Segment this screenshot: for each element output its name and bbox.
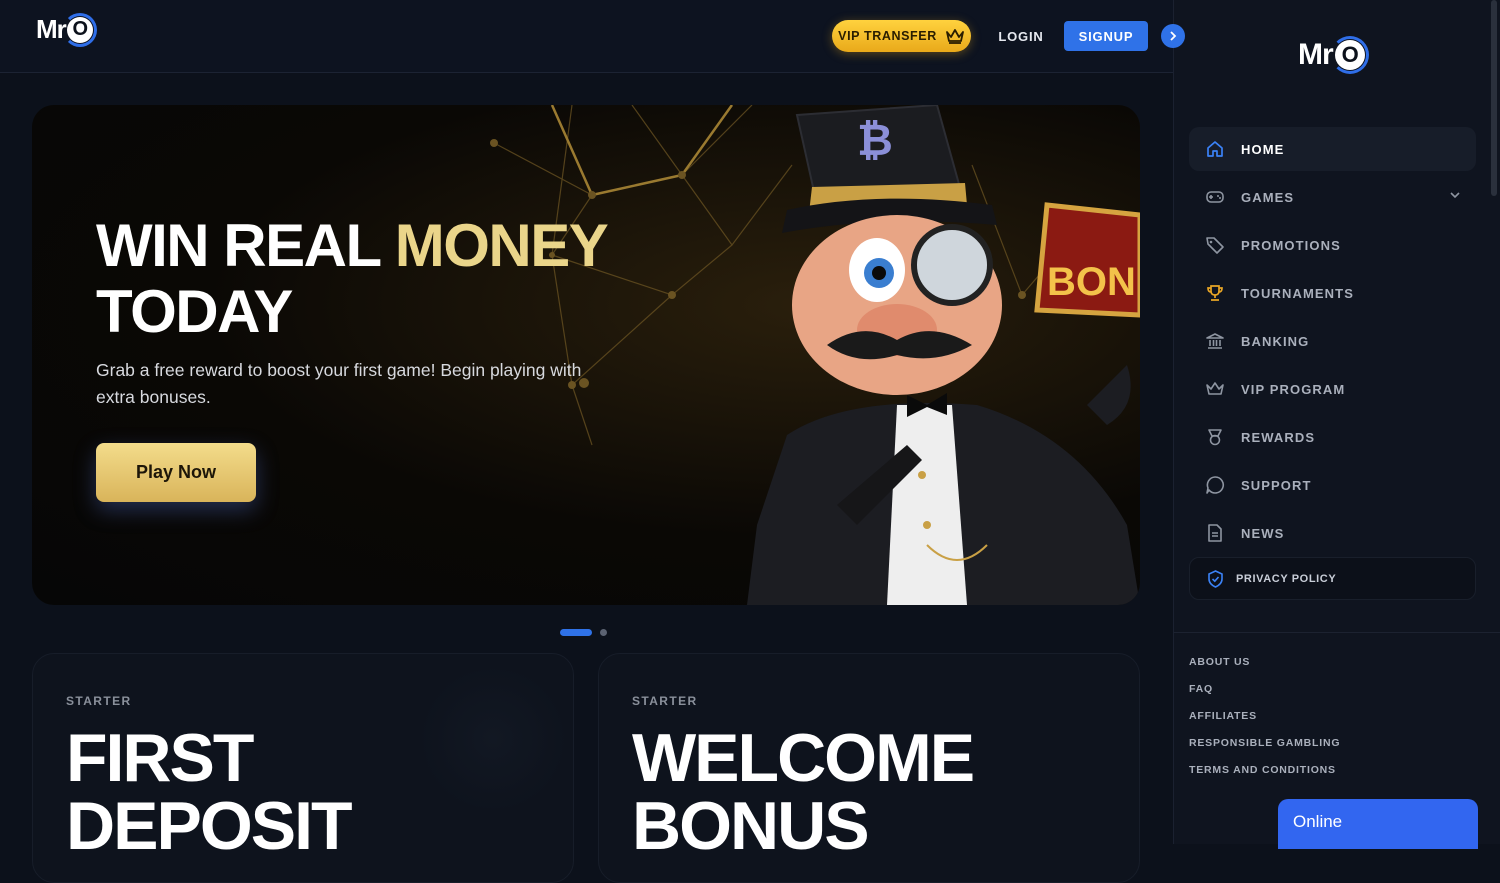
signup-button[interactable]: SIGNUP xyxy=(1064,21,1148,51)
carousel-dots xyxy=(560,629,607,636)
chevron-down-icon[interactable] xyxy=(1450,188,1460,202)
vip-transfer-label: VIP TRANSFER xyxy=(838,29,937,43)
sidebar-item-label: TOURNAMENTS xyxy=(1241,285,1354,301)
sidebar-item-label: GAMES xyxy=(1241,189,1295,205)
live-chat-widget[interactable]: Online xyxy=(1278,799,1478,849)
sidebar-item-banking[interactable]: BANKING xyxy=(1189,319,1476,363)
bonus-badge-text: BON xyxy=(1047,260,1136,304)
privacy-policy-label: PRIVACY POLICY xyxy=(1236,572,1337,585)
mro-logo[interactable]: Mr O xyxy=(36,12,97,47)
hero-title-line2: TODAY xyxy=(96,278,293,345)
logo-text: Mr xyxy=(36,14,67,44)
card-title-line2: BONUS xyxy=(632,788,870,864)
tag-icon xyxy=(1205,235,1225,255)
document-icon xyxy=(1205,523,1225,543)
sidebar-scrollbar[interactable] xyxy=(1491,0,1497,196)
sidebar-item-rewards[interactable]: REWARDS xyxy=(1189,415,1476,459)
hero-title-gold: MONEY xyxy=(394,212,609,279)
sidebar-nav: HOME GAMES PROMOTIONS TOURNAMENTS BANKIN… xyxy=(1189,127,1476,559)
bank-icon xyxy=(1205,331,1225,351)
sidebar-item-label: PROMOTIONS xyxy=(1241,237,1341,253)
sidebar-item-label: BANKING xyxy=(1241,333,1310,349)
promo-card-first-deposit[interactable]: STARTER FIRST DEPOSIT xyxy=(32,653,574,883)
card-label: STARTER xyxy=(66,694,132,708)
gamepad-icon xyxy=(1205,187,1225,207)
vip-transfer-button[interactable]: VIP TRANSFER xyxy=(832,20,971,52)
hero-title-white: WIN REAL xyxy=(96,212,395,279)
play-now-button[interactable]: Play Now xyxy=(96,443,256,502)
sidebar-item-games[interactable]: GAMES xyxy=(1189,175,1476,219)
top-bar: Mr O VIP TRANSFER LOGIN SIGNUP xyxy=(0,0,1173,73)
sidebar-item-promotions[interactable]: PROMOTIONS xyxy=(1189,223,1476,267)
mascot-illustration: ₿ BON xyxy=(747,105,1140,605)
hero-subtitle: Grab a free reward to boost your first g… xyxy=(96,360,582,407)
card-title-line2: DEPOSIT xyxy=(66,788,352,864)
sidebar-item-label: SUPPORT xyxy=(1241,477,1312,493)
shield-icon xyxy=(1208,569,1223,588)
logo-text: Mr xyxy=(1298,38,1334,71)
sidebar-collapse-button[interactable] xyxy=(1161,24,1185,48)
terms-and-conditions-link[interactable]: TERMS AND CONDITIONS xyxy=(1189,764,1340,791)
sidebar-item-label: NEWS xyxy=(1241,525,1285,541)
sidebar-item-tournaments[interactable]: TOURNAMENTS xyxy=(1189,271,1476,315)
home-icon xyxy=(1205,139,1225,159)
crown-icon xyxy=(1205,379,1225,399)
affiliates-link[interactable]: AFFILIATES xyxy=(1189,710,1340,737)
hero-banner: WIN REAL MONEY TODAY Grab a free reward … xyxy=(32,105,1140,605)
sidebar-item-label: VIP PROGRAM xyxy=(1241,381,1346,397)
card-title: FIRST DEPOSIT xyxy=(66,724,352,860)
hero-title: WIN REAL MONEY TODAY xyxy=(96,212,609,345)
svg-text:₿: ₿ xyxy=(857,116,893,165)
faq-link[interactable]: FAQ xyxy=(1189,683,1340,710)
card-decoration xyxy=(413,669,573,809)
logo-o-mark: O xyxy=(62,12,97,47)
card-title-line1: WELCOME xyxy=(632,720,975,796)
responsible-gambling-link[interactable]: RESPONSIBLE GAMBLING xyxy=(1189,737,1340,764)
sidebar-item-news[interactable]: NEWS xyxy=(1189,511,1476,555)
chevron-right-icon xyxy=(1170,31,1177,41)
sidebar-item-vip-program[interactable]: VIP PROGRAM xyxy=(1189,367,1476,411)
card-title-line1: FIRST xyxy=(66,720,254,796)
medal-icon xyxy=(1205,427,1225,447)
promo-card-welcome-bonus[interactable]: STARTER WELCOME BONUS xyxy=(598,653,1140,883)
privacy-policy-link[interactable]: PRIVACY POLICY xyxy=(1189,557,1476,600)
trophy-icon xyxy=(1205,283,1225,303)
sidebar-item-support[interactable]: SUPPORT xyxy=(1189,463,1476,507)
sidebar-logo[interactable]: Mr O xyxy=(1298,36,1369,74)
chat-icon xyxy=(1205,475,1225,495)
about-us-link[interactable]: ABOUT US xyxy=(1189,656,1340,683)
carousel-dot-active[interactable] xyxy=(560,629,592,636)
crown-icon xyxy=(945,29,964,44)
login-button[interactable]: LOGIN xyxy=(990,22,1052,50)
sidebar-item-home[interactable]: HOME xyxy=(1189,127,1476,171)
card-label: STARTER xyxy=(632,694,698,708)
carousel-dot[interactable] xyxy=(600,629,607,636)
sidebar-divider xyxy=(1173,632,1500,633)
sidebar-item-label: REWARDS xyxy=(1241,429,1316,445)
logo-o-mark: O xyxy=(1330,36,1369,74)
card-title: WELCOME BONUS xyxy=(632,724,975,860)
footer-links: ABOUT US FAQ AFFILIATES RESPONSIBLE GAMB… xyxy=(1189,656,1340,791)
sidebar-item-label: HOME xyxy=(1241,141,1285,157)
